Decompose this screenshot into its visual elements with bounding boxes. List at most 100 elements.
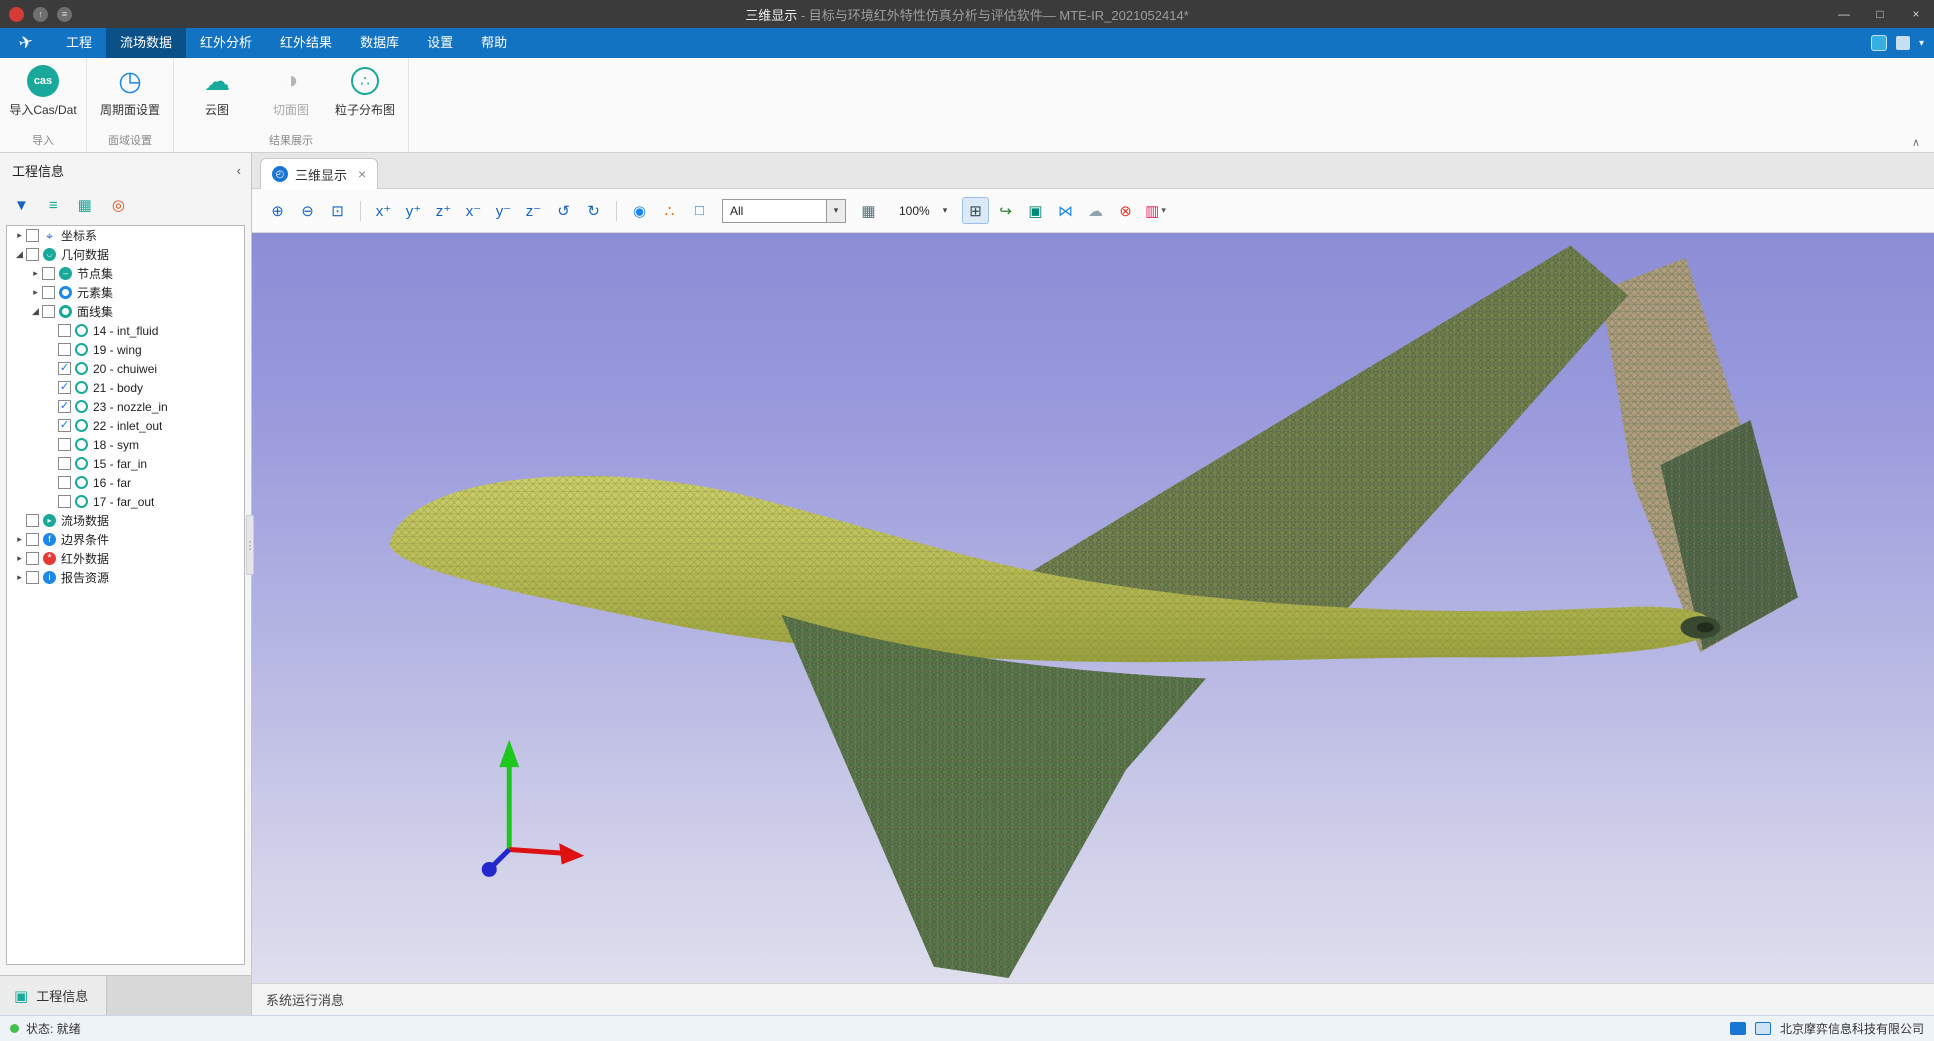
zoom-out-icon[interactable]: ⊖ (294, 197, 321, 224)
grid-view-icon[interactable]: ▦ (78, 198, 92, 213)
minimize-button[interactable]: — (1826, 0, 1862, 28)
ribbon-button-particle-map[interactable]: ∴粒子分布图 (330, 63, 400, 118)
tree-item-12[interactable]: 15 - far_in (7, 454, 244, 473)
view-x-minus-icon[interactable]: x⁻ (460, 197, 487, 224)
tab-close-icon[interactable]: × (358, 166, 366, 182)
tree-item-15[interactable]: ▸流场数据 (7, 511, 244, 530)
tree-item-7[interactable]: ✓20 - chuiwei (7, 359, 244, 378)
tree-checkbox[interactable] (58, 476, 71, 489)
tree-checkbox[interactable]: ✓ (58, 362, 71, 375)
clip-icon[interactable]: ▥▾ (1142, 197, 1169, 224)
tree-item-13[interactable]: 16 - far (7, 473, 244, 492)
tree-item-4[interactable]: ◢面线集 (7, 302, 244, 321)
zoom-in-icon[interactable]: ⊕ (264, 197, 291, 224)
cloud-outline-icon[interactable]: ☁ (1082, 197, 1109, 224)
tree-checkbox[interactable] (42, 286, 55, 299)
window-layout-icon-1[interactable] (1730, 1022, 1746, 1035)
expander-closed-icon[interactable]: ▸ (29, 287, 42, 298)
tree-checkbox[interactable] (58, 324, 71, 337)
expander-open-icon[interactable]: ◢ (29, 306, 42, 317)
zoom-level-select[interactable]: 100%▾ (891, 199, 953, 223)
tree-checkbox[interactable] (26, 552, 39, 565)
rotate-cw-icon[interactable]: ↻ (580, 197, 607, 224)
tree-checkbox[interactable] (26, 514, 39, 527)
expander-closed-icon[interactable]: ▸ (13, 553, 26, 564)
tree-item-3[interactable]: ▸元素集 (7, 283, 244, 302)
locate-icon[interactable]: ◉ (626, 197, 653, 224)
filter-icon[interactable]: ▼ (14, 198, 29, 213)
arrow-up-icon[interactable]: ↑ (33, 7, 48, 22)
app-badge-icon[interactable] (9, 7, 24, 22)
cancel-icon[interactable]: ⊗ (1112, 197, 1139, 224)
view-y-minus-icon[interactable]: y⁻ (490, 197, 517, 224)
menu-item[interactable]: 流场数据 (106, 28, 186, 58)
tree-checkbox[interactable] (26, 533, 39, 546)
tree-checkbox[interactable] (42, 267, 55, 280)
ribbon-button-periodic-face[interactable]: ◷周期面设置 (95, 63, 165, 118)
mirror-icon[interactable]: ⋈ (1052, 197, 1079, 224)
transparency-icon[interactable]: ▦ (855, 197, 882, 224)
tree-item-17[interactable]: ▸*红外数据 (7, 549, 244, 568)
expander-closed-icon[interactable]: ▸ (29, 268, 42, 279)
panel-collapse-icon[interactable]: ‹ (237, 163, 241, 178)
expander-closed-icon[interactable]: ▸ (13, 572, 26, 583)
expander-closed-icon[interactable]: ▸ (13, 230, 26, 241)
view-y-plus-icon[interactable]: y⁺ (400, 197, 427, 224)
tree-checkbox[interactable] (58, 438, 71, 451)
select-box-icon[interactable]: □ (686, 197, 713, 224)
menu-item[interactable]: 红外分析 (186, 28, 266, 58)
list-icon[interactable]: ≡ (49, 198, 58, 213)
menu-item[interactable]: 帮助 (467, 28, 521, 58)
maximize-button[interactable]: □ (1862, 0, 1898, 28)
tree-checkbox[interactable]: ✓ (58, 381, 71, 394)
tree-item-10[interactable]: ✓22 - inlet_out (7, 416, 244, 435)
grid-icon[interactable]: ⊞ (962, 197, 989, 224)
expander-open-icon[interactable]: ◢ (13, 249, 26, 260)
tree-checkbox[interactable]: ✓ (58, 400, 71, 413)
tree-item-5[interactable]: 14 - int_fluid (7, 321, 244, 340)
snapshot-icon[interactable]: ▣ (1022, 197, 1049, 224)
export-icon[interactable]: ↪ (992, 197, 1019, 224)
tree-item-2[interactable]: ▸–节点集 (7, 264, 244, 283)
tree-item-18[interactable]: ▸i报告资源 (7, 568, 244, 587)
ribbon-button-cas-import[interactable]: cas导入Cas/Dat (8, 63, 78, 118)
close-button[interactable]: × (1898, 0, 1934, 28)
tree-checkbox[interactable] (58, 457, 71, 470)
tree-item-16[interactable]: ▸f边界条件 (7, 530, 244, 549)
tree-item-1[interactable]: ◢◡几何数据 (7, 245, 244, 264)
menu-item[interactable]: 设置 (413, 28, 467, 58)
chevron-down-icon[interactable]: ▾ (938, 200, 952, 222)
panel-bottom-tab[interactable]: ▣ 工程信息 (0, 976, 107, 1015)
viewport-3d[interactable] (252, 233, 1934, 983)
theme-icon[interactable] (1871, 35, 1887, 51)
tree-item-11[interactable]: 18 - sym (7, 435, 244, 454)
panel-splitter[interactable]: ⋮ (246, 515, 254, 575)
menu-item[interactable]: 数据库 (346, 28, 413, 58)
menu-item[interactable]: 红外结果 (266, 28, 346, 58)
expander-closed-icon[interactable]: ▸ (13, 534, 26, 545)
tree-item-8[interactable]: ✓21 - body (7, 378, 244, 397)
tree-checkbox[interactable] (26, 248, 39, 261)
menu-item[interactable]: 工程 (52, 28, 106, 58)
chevron-down-icon[interactable]: ▾ (1919, 38, 1924, 49)
rotate-ccw-icon[interactable]: ↺ (550, 197, 577, 224)
tab-3d-view[interactable]: ◴ 三维显示 × (260, 158, 378, 189)
display-filter-select[interactable]: All▾ (722, 199, 846, 223)
view-x-plus-icon[interactable]: x⁺ (370, 197, 397, 224)
tree-checkbox[interactable] (26, 229, 39, 242)
view-z-plus-icon[interactable]: z⁺ (430, 197, 457, 224)
window-layout-icon-2[interactable] (1755, 1022, 1771, 1035)
zoom-fit-icon[interactable]: ⊡ (324, 197, 351, 224)
tree-checkbox[interactable] (26, 571, 39, 584)
tree-item-0[interactable]: ▸⌖坐标系 (7, 226, 244, 245)
tree-checkbox[interactable] (42, 305, 55, 318)
view-z-minus-icon[interactable]: z⁻ (520, 197, 547, 224)
tree-item-14[interactable]: 17 - far_out (7, 492, 244, 511)
style-icon[interactable] (1896, 36, 1910, 50)
chevron-down-icon[interactable]: ▾ (826, 200, 845, 222)
tree-checkbox[interactable]: ✓ (58, 419, 71, 432)
ribbon-button-cloud-map[interactable]: ☁云图 (182, 63, 252, 118)
atoms-icon[interactable]: ∴ (656, 197, 683, 224)
tree-checkbox[interactable] (58, 343, 71, 356)
tree-item-6[interactable]: 19 - wing (7, 340, 244, 359)
